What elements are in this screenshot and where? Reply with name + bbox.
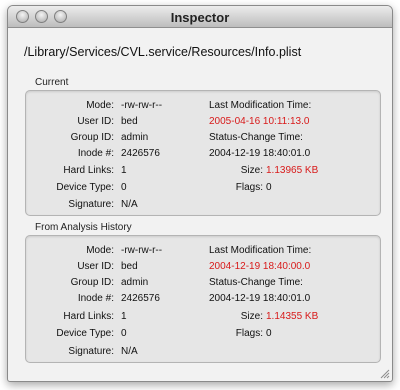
hard-links-label: Hard Links:: [63, 165, 114, 176]
user-id-label: User ID:: [77, 261, 114, 272]
mode-label: Mode:: [86, 245, 114, 256]
section-label-current: Current: [35, 77, 69, 88]
user-id-row: User ID: bed 2005-04-16 10:11:13.0: [26, 116, 380, 130]
flags-label: Flags:: [235, 182, 263, 193]
user-id-value: bed: [121, 261, 138, 272]
user-id-row: User ID: bed 2004-12-19 18:40:00.0: [26, 261, 380, 275]
status-change-value: 2004-12-19 18:40:01.0: [209, 148, 311, 159]
signature-label: Signature:: [68, 199, 114, 210]
group-id-value: admin: [121, 277, 149, 288]
signature-value: N/A: [121, 199, 138, 210]
inode-label: Inode #:: [77, 293, 114, 304]
group-id-value: admin: [121, 132, 149, 143]
user-id-label: User ID:: [77, 116, 114, 127]
file-path: /Library/Services/CVL.service/Resources/…: [24, 45, 302, 59]
last-mod-value: 2004-12-19 18:40:00.0: [209, 261, 311, 272]
mode-value: -rw-rw-r--: [121, 245, 163, 256]
signature-label: Signature:: [68, 346, 114, 357]
device-type-row: Device Type: 0 Flags: 0: [26, 182, 380, 196]
group-id-label: Group ID:: [70, 277, 114, 288]
group-id-row: Group ID: admin Status-Change Time:: [26, 277, 380, 291]
status-change-label: Status-Change Time:: [209, 277, 303, 288]
inode-row: Inode #: 2426576 2004-12-19 18:40:01.0: [26, 148, 380, 162]
flags-value: 0: [266, 182, 272, 193]
signature-row: Signature: N/A: [26, 199, 380, 213]
user-id-value: bed: [121, 116, 138, 127]
hard-links-value: 1: [121, 311, 127, 322]
mode-row: Mode: -rw-rw-r-- Last Modification Time:: [26, 100, 380, 114]
current-group: Mode: -rw-rw-r-- Last Modification Time:…: [25, 90, 381, 216]
device-type-value: 0: [121, 182, 127, 193]
hard-links-label: Hard Links:: [63, 311, 114, 322]
title-bar[interactable]: Inspector: [8, 6, 392, 28]
history-group: Mode: -rw-rw-r-- Last Modification Time:…: [25, 235, 381, 363]
inode-value: 2426576: [121, 293, 160, 304]
inspector-window: Inspector /Library/Services/CVL.service/…: [7, 5, 393, 382]
inode-row: Inode #: 2426576 2004-12-19 18:40:01.0: [26, 293, 380, 307]
size-value: 1.13965 KB: [266, 165, 319, 176]
inode-label: Inode #:: [77, 148, 114, 159]
device-type-label: Device Type:: [56, 328, 114, 339]
group-id-row: Group ID: admin Status-Change Time:: [26, 132, 380, 146]
hard-links-row: Hard Links: 1 Size: 1.14355 KB: [26, 311, 380, 325]
group-id-label: Group ID:: [70, 132, 114, 143]
resize-grip-icon[interactable]: [378, 367, 390, 379]
last-mod-value: 2005-04-16 10:11:13.0: [209, 116, 310, 127]
size-label: Size:: [240, 311, 263, 322]
mode-label: Mode:: [86, 100, 114, 111]
inode-value: 2426576: [121, 148, 160, 159]
last-mod-label: Last Modification Time:: [209, 100, 312, 111]
status-change-label: Status-Change Time:: [209, 132, 303, 143]
size-label: Size:: [240, 165, 263, 176]
flags-label: Flags:: [235, 328, 263, 339]
last-mod-label: Last Modification Time:: [209, 245, 312, 256]
status-change-value: 2004-12-19 18:40:01.0: [209, 293, 311, 304]
device-type-label: Device Type:: [56, 182, 114, 193]
size-value: 1.14355 KB: [266, 311, 319, 322]
mode-value: -rw-rw-r--: [121, 100, 163, 111]
hard-links-value: 1: [121, 165, 127, 176]
window-title: Inspector: [170, 10, 230, 25]
hard-links-row: Hard Links: 1 Size: 1.13965 KB: [26, 165, 380, 179]
flags-value: 0: [266, 328, 272, 339]
signature-row: Signature: N/A: [26, 346, 380, 360]
device-type-value: 0: [121, 328, 127, 339]
section-label-history: From Analysis History: [35, 222, 132, 233]
signature-value: N/A: [121, 346, 138, 357]
mode-row: Mode: -rw-rw-r-- Last Modification Time:: [26, 245, 380, 259]
device-type-row: Device Type: 0 Flags: 0: [26, 328, 380, 342]
